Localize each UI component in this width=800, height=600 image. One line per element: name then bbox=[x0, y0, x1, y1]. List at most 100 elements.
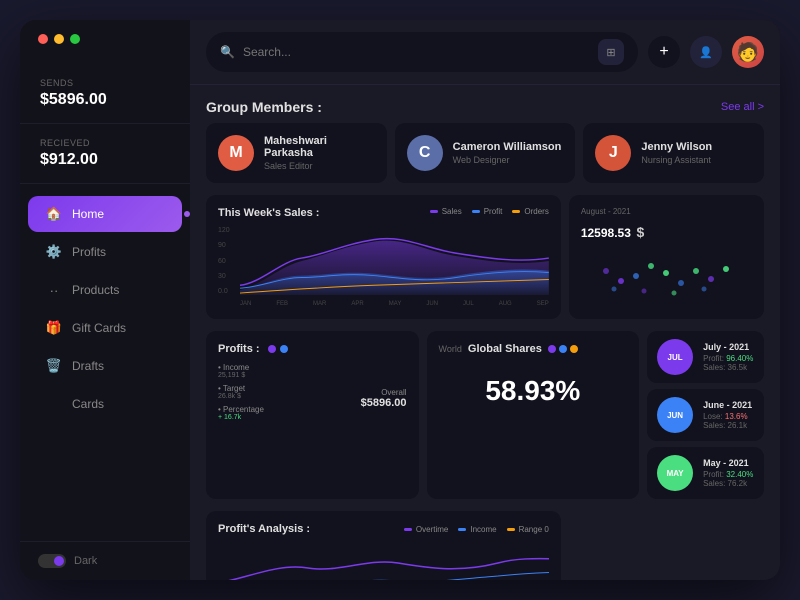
analysis-svg bbox=[218, 543, 549, 580]
analysis-title: Profit's Analysis : bbox=[218, 523, 310, 535]
month-card: JUL July - 2021 Profit: 96.40% Sales: 36… bbox=[647, 331, 764, 383]
search-input[interactable] bbox=[243, 45, 590, 59]
month-card: JUN June - 2021 Lose: 13.6% Sales: 26.1k bbox=[647, 389, 764, 441]
sends-value: $5896.00 bbox=[40, 91, 170, 109]
revenue-value: 12598.53 $ bbox=[581, 220, 752, 243]
revenue-number: 12598.53 bbox=[581, 226, 631, 240]
see-all-link[interactable]: See all > bbox=[721, 101, 764, 113]
content-area: Group Members : See all > M Maheshwari P… bbox=[190, 85, 780, 580]
x-label: AUG bbox=[499, 301, 512, 307]
row-profits: Profits : • Income 25,191 $ • Ta bbox=[206, 331, 764, 499]
member-role: Web Designer bbox=[453, 155, 562, 165]
month-badge: JUN bbox=[657, 397, 693, 433]
income-item: • Income 25,191 $ bbox=[218, 363, 407, 379]
member-info: Maheshwari Parkasha Sales Editor bbox=[264, 135, 375, 171]
minimize-button[interactable] bbox=[54, 34, 64, 44]
sidebar-item-cards[interactable]: Cards bbox=[28, 386, 182, 422]
sales-chart-card: This Week's Sales : Sales Profit Orders 12… bbox=[206, 195, 561, 319]
analysis-legend: OvertimeIncomeRange 0 bbox=[404, 525, 549, 534]
received-label: Recieved bbox=[40, 138, 170, 148]
month-title: June - 2021 bbox=[703, 400, 754, 410]
x-label: JUN bbox=[426, 301, 438, 307]
nav-item-label: Gift Cards bbox=[72, 321, 126, 335]
global-header: World Global Shares bbox=[439, 343, 628, 355]
target-item: • Target 26.8k $ bbox=[218, 384, 264, 400]
month-card: MAY May - 2021 Profit: 32.40% Sales: 76.… bbox=[647, 447, 764, 499]
x-label: MAR bbox=[313, 301, 326, 307]
member-info: Jenny Wilson Nursing Assistant bbox=[641, 141, 712, 165]
group-members-section: Group Members : See all > M Maheshwari P… bbox=[206, 99, 764, 183]
month-badge: JUL bbox=[657, 339, 693, 375]
month-detail: Profit: 96.40% Sales: 36.5k bbox=[703, 354, 754, 372]
received-stat: Recieved $912.00 bbox=[20, 124, 190, 184]
maximize-button[interactable] bbox=[70, 34, 80, 44]
y-label: 0.0 bbox=[218, 288, 230, 295]
month-info: July - 2021 Profit: 96.40% Sales: 36.5k bbox=[703, 342, 754, 372]
x-label: JUL bbox=[463, 301, 474, 307]
member-avatar: C bbox=[407, 135, 443, 171]
nav-item-label: Home bbox=[72, 207, 104, 221]
month-info: June - 2021 Lose: 13.6% Sales: 26.1k bbox=[703, 400, 754, 430]
legend-item: Sales bbox=[430, 207, 462, 216]
nav-item-label: Cards bbox=[72, 397, 104, 411]
search-icon: 🔍 bbox=[220, 45, 235, 59]
x-label: SEP bbox=[537, 301, 549, 307]
sidebar-item-profits[interactable]: ⚙️Profits bbox=[28, 234, 182, 270]
member-role: Sales Editor bbox=[264, 161, 375, 171]
y-label: 120 bbox=[218, 227, 230, 234]
legend-item: Profit bbox=[472, 207, 503, 216]
analysis-legend-item: Range 0 bbox=[507, 525, 549, 534]
home-icon: 🏠 bbox=[46, 206, 62, 222]
chart-inner bbox=[240, 227, 549, 295]
drafts-icon: 🗑️ bbox=[46, 358, 62, 374]
app-window: Sends $5896.00 Recieved $912.00 🏠 Home ⚙️P… bbox=[20, 20, 780, 580]
sidebar-item-drafts[interactable]: 🗑️ Drafts bbox=[28, 348, 182, 384]
add-button[interactable]: + bbox=[648, 36, 680, 68]
analysis-chart bbox=[218, 543, 549, 580]
group-members-header: Group Members : See all > bbox=[206, 99, 764, 115]
member-card: M Maheshwari Parkasha Sales Editor bbox=[206, 123, 387, 183]
sales-chart-title: This Week's Sales : bbox=[218, 207, 319, 219]
nav-item-label: Drafts bbox=[72, 359, 104, 373]
monthly-cards: JUL July - 2021 Profit: 96.40% Sales: 36… bbox=[647, 331, 764, 499]
x-label: JAN bbox=[240, 301, 251, 307]
overall-value: Overall $5896.00 bbox=[361, 388, 407, 409]
received-value: $912.00 bbox=[40, 151, 170, 169]
sidebar-item-gift-cards[interactable]: 🎁Gift Cards bbox=[28, 310, 182, 346]
user-avatar[interactable]: 🧑 bbox=[732, 36, 764, 68]
legend-item: Orders bbox=[512, 207, 548, 216]
sidebar-item-products[interactable]: ··Products bbox=[28, 272, 182, 308]
header: 🔍 ⊞ + 👤 🧑 bbox=[190, 20, 780, 85]
profile-icon[interactable]: 👤 bbox=[690, 36, 722, 68]
dark-mode-toggle[interactable] bbox=[38, 554, 66, 568]
sidebar-bottom: Dark bbox=[20, 541, 190, 580]
member-card: C Cameron Williamson Web Designer bbox=[395, 123, 576, 183]
group-members-title: Group Members : bbox=[206, 99, 322, 115]
traffic-lights bbox=[38, 34, 80, 44]
sidebar-nav: 🏠 Home ⚙️Profits··Products🎁Gift Cards 🗑️ Dra… bbox=[20, 184, 190, 541]
main-area: 🔍 ⊞ + 👤 🧑 Group Members : See all > M Ma… bbox=[190, 20, 780, 580]
month-detail: Profit: 32.40% Sales: 76.2k bbox=[703, 470, 754, 488]
revenue-date: August - 2021 bbox=[581, 207, 752, 216]
x-label: FEB bbox=[276, 301, 288, 307]
percentage-item: • Percentage + 16.7k bbox=[218, 405, 264, 421]
search-bar[interactable]: 🔍 ⊞ bbox=[206, 32, 638, 72]
x-axis-labels: JANFEBMARAPRMAYJUNJULAUGSEP bbox=[240, 301, 549, 307]
dots-svg bbox=[596, 251, 736, 301]
global-percent: 58.93% bbox=[439, 375, 628, 407]
member-name: Jenny Wilson bbox=[641, 141, 712, 153]
sales-chart-svg bbox=[240, 227, 549, 295]
global-shares-card: World Global Shares 58.93% bbox=[427, 331, 640, 499]
y-label: 30 bbox=[218, 273, 230, 280]
chart-legend: Sales Profit Orders bbox=[430, 207, 549, 216]
members-grid: M Maheshwari Parkasha Sales Editor C Cam… bbox=[206, 123, 764, 183]
profits-title: Profits : bbox=[218, 343, 260, 355]
y-label: 90 bbox=[218, 242, 230, 249]
month-badge: MAY bbox=[657, 455, 693, 491]
close-button[interactable] bbox=[38, 34, 48, 44]
sidebar-item-home[interactable]: 🏠 Home bbox=[28, 196, 182, 232]
nav-item-label: Profits bbox=[72, 245, 106, 259]
member-avatar: J bbox=[595, 135, 631, 171]
member-avatar: M bbox=[218, 135, 254, 171]
sends-label: Sends bbox=[40, 78, 170, 88]
